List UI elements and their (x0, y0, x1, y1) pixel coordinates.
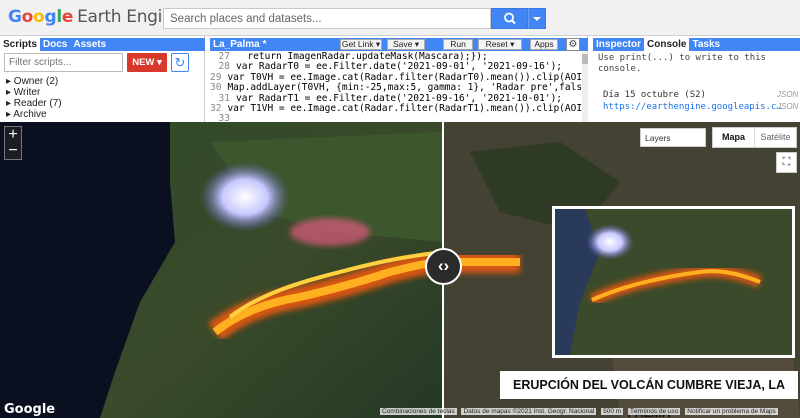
map-view[interactable]: + − ‹› Layers Mapa Satélite ⛶ ERUPCIÓN D… (0, 122, 800, 418)
code-line[interactable]: 33 (210, 114, 582, 122)
map-type-satellite[interactable]: Satélite (755, 128, 796, 147)
editor-toolbar: La_Palma * Get Link ▾ Save ▾ Run Reset ▾… (210, 38, 588, 51)
layers-button[interactable]: Layers (640, 128, 706, 147)
tab-inspector[interactable]: Inspector (593, 38, 644, 51)
zoom-out-button[interactable]: − (5, 143, 21, 159)
search-button[interactable] (491, 8, 528, 29)
terms-link[interactable]: Términos de uso (628, 408, 681, 415)
tree-item-archive[interactable]: ▸ Archive (6, 109, 62, 120)
code-editor-panels: Scripts Docs Assets NEW ▾ ↻ ▸ Owner (2) … (0, 36, 800, 122)
tree-item-reader[interactable]: ▸ Reader (7) (6, 98, 62, 109)
tree-item-owner[interactable]: ▸ Owner (2) (6, 76, 62, 87)
zoom-in-button[interactable]: + (5, 127, 21, 143)
swipe-divider-handle[interactable]: ‹› (425, 248, 462, 285)
map-caption: ERUPCIÓN DEL VOLCÁN CUMBRE VIEJA, LA PAL… (500, 371, 798, 418)
console-output-label: Día 15 octubre (S2) (603, 90, 706, 100)
map-type-toggle: Mapa Satélite (712, 127, 797, 148)
logo-letter: o (21, 7, 34, 27)
editor-scrollbar[interactable] (582, 52, 588, 122)
left-panel-tabs: Scripts Docs Assets (0, 38, 205, 51)
apps-button[interactable]: Apps (530, 39, 558, 50)
logo-letter: e (61, 7, 74, 27)
json-toggle[interactable]: JSON (777, 102, 798, 111)
run-label: Run (450, 39, 466, 49)
gear-icon[interactable]: ⚙ (566, 38, 580, 51)
tree-item-writer[interactable]: ▸ Writer (6, 87, 62, 98)
map-attribution: Combinaciones de teclas Datos de mapas ©… (380, 408, 800, 418)
json-toggle[interactable]: JSON (777, 90, 798, 99)
logo-letter: o (33, 7, 45, 27)
scale-bar: 500 m (601, 408, 624, 415)
keyboard-shortcuts-link[interactable]: Combinaciones de teclas (380, 408, 457, 415)
logo-letter: g (44, 7, 57, 27)
tab-console[interactable]: Console (644, 38, 690, 51)
code-area[interactable]: 27 return ImagenRadar.updateMask(Mascara… (210, 52, 582, 122)
logo-letter: G (8, 7, 22, 27)
script-tree: ▸ Owner (2) ▸ Writer ▸ Reader (7) ▸ Arch… (6, 76, 62, 120)
zoom-controls: + − (4, 126, 22, 160)
run-button[interactable]: Run (443, 39, 473, 50)
get-link-label: Get Link (341, 39, 374, 49)
caret-down-icon (533, 17, 541, 21)
report-problem-link[interactable]: Notificar un problema de Maps (685, 408, 778, 415)
search-options-button[interactable] (528, 8, 546, 29)
map-data-attribution: Datos de mapas ©2021 Inst. Geogr. Nacion… (461, 408, 597, 415)
scripts-panel: Scripts Docs Assets NEW ▾ ↻ ▸ Owner (2) … (0, 36, 205, 122)
console-panel: Inspector Console Tasks Use print(...) t… (593, 36, 800, 122)
script-name[interactable]: La_Palma * (213, 38, 266, 51)
tab-scripts[interactable]: Scripts (0, 38, 40, 51)
save-label: Save (392, 39, 413, 49)
top-bar: Google Earth Engine (0, 0, 800, 36)
console-hint: Use print(...) to write to this console. (598, 53, 766, 74)
apps-label: Apps (534, 39, 554, 49)
search-input[interactable] (163, 8, 491, 29)
caret-down-icon: ▾ (157, 57, 162, 68)
filter-scripts-input[interactable] (4, 53, 123, 72)
tab-tasks[interactable]: Tasks (689, 38, 723, 51)
tab-assets[interactable]: Assets (70, 38, 109, 51)
new-script-button[interactable]: NEW ▾ (127, 53, 167, 72)
line-number: 33 (218, 113, 230, 122)
fullscreen-icon[interactable]: ⛶ (776, 152, 797, 173)
earth-engine-logo[interactable]: Google Earth Engine (8, 7, 183, 27)
editor-panel: La_Palma * Get Link ▾ Save ▾ Run Reset ▾… (210, 36, 588, 122)
reset-button[interactable]: Reset ▾ (478, 39, 522, 50)
code-line[interactable]: 32 var T1VH = ee.Image.cat(Radar.filter(R… (210, 103, 582, 115)
tab-docs[interactable]: Docs (40, 38, 70, 51)
get-link-button[interactable]: Get Link ▾ (340, 39, 382, 50)
map-type-map[interactable]: Mapa (713, 128, 755, 147)
code-text: var T1VH = ee.Image.cat(Radar.filter(Rad… (227, 103, 582, 115)
google-logo: Google (4, 402, 56, 417)
reset-label: Reset (485, 39, 508, 49)
search-icon (504, 12, 516, 25)
save-button[interactable]: Save ▾ (387, 39, 425, 50)
new-label: NEW (132, 57, 155, 68)
right-panel-tabs: Inspector Console Tasks (593, 38, 800, 51)
inset-image (552, 206, 795, 358)
refresh-icon[interactable]: ↻ (171, 53, 189, 72)
console-output-link[interactable]: https://earthengine.googleapis.c… (603, 102, 782, 112)
